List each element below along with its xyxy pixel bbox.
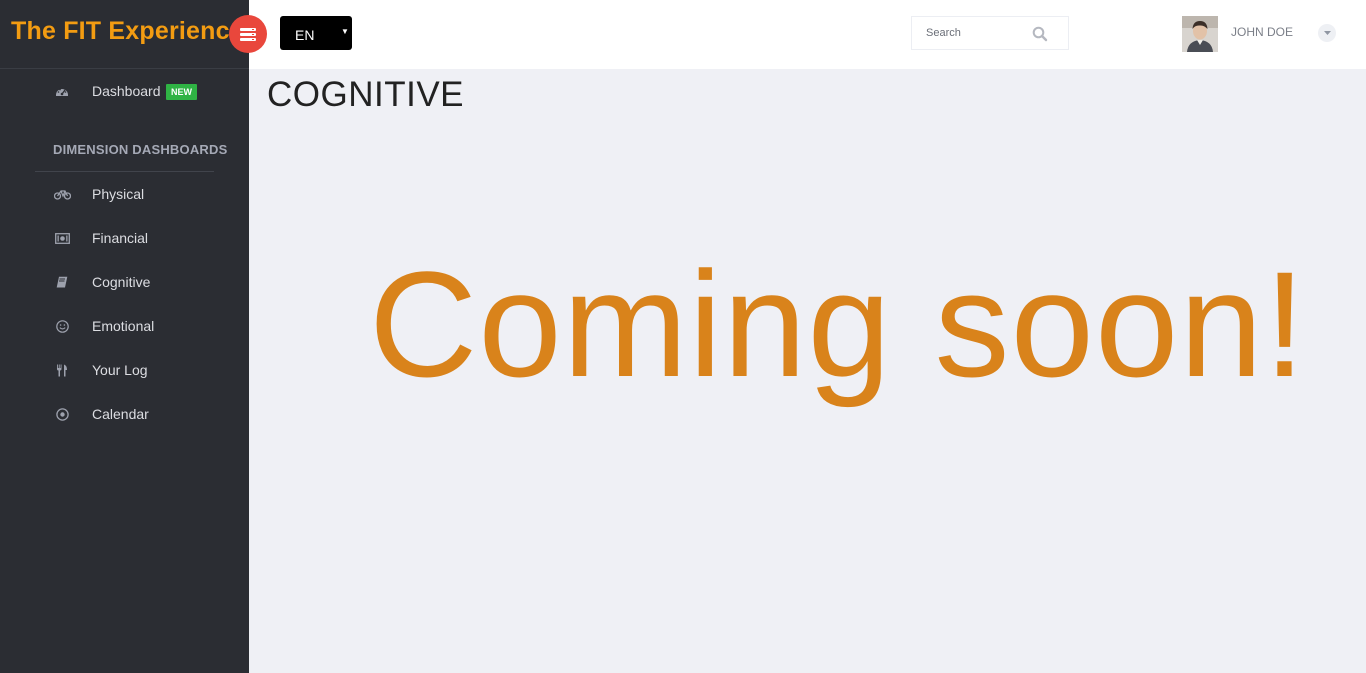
circle-dot-icon xyxy=(53,405,71,423)
avatar[interactable] xyxy=(1182,16,1218,52)
smile-icon xyxy=(53,317,71,335)
user-menu-caret-icon[interactable] xyxy=(1318,24,1336,42)
sidebar-item-label: Financial xyxy=(92,230,149,246)
cutlery-icon xyxy=(53,361,71,379)
book-icon xyxy=(53,273,71,291)
language-select[interactable]: EN ▼ xyxy=(280,16,352,50)
sidebar-item-dashboard[interactable]: Dashboard xyxy=(0,73,249,109)
language-value: EN xyxy=(295,27,315,43)
menu-icon xyxy=(240,27,256,41)
sidebar-item-label: Dashboard xyxy=(92,83,161,99)
sidebar-item-label: Your Log xyxy=(92,362,148,378)
sidebar-item-physical[interactable]: Physical xyxy=(0,176,249,212)
caret-down-icon: ▼ xyxy=(341,27,349,36)
sidebar-item-label: Cognitive xyxy=(92,274,151,290)
coming-soon-message: Coming soon! xyxy=(369,240,1307,408)
sidebar-toggle-button[interactable] xyxy=(229,15,267,53)
sidebar-item-label: Physical xyxy=(92,186,145,202)
dashboard-gauge-icon xyxy=(53,82,71,100)
sidebar-item-your-log[interactable]: Your Log xyxy=(0,352,249,388)
new-badge: NEW xyxy=(166,84,197,100)
search-input[interactable] xyxy=(912,17,1027,49)
section-divider xyxy=(35,171,214,172)
sidebar-item-calendar[interactable]: Calendar xyxy=(0,396,249,432)
section-title: DIMENSION DASHBOARDS xyxy=(53,142,228,157)
sidebar-item-emotional[interactable]: Emotional xyxy=(0,308,249,344)
sidebar-item-financial[interactable]: Financial xyxy=(0,220,249,256)
sidebar-item-label: Emotional xyxy=(92,318,155,334)
brand-title[interactable]: The FIT Experience xyxy=(11,17,244,46)
user-name[interactable]: JOHN DOE xyxy=(1231,25,1293,39)
page-title: COGNITIVE xyxy=(267,75,465,114)
top-header: EN ▼ JOHN DOE xyxy=(249,0,1366,69)
sidebar-item-cognitive[interactable]: Cognitive xyxy=(0,264,249,300)
search-box xyxy=(911,16,1069,50)
brand-bar: The FIT Experience xyxy=(0,0,249,69)
sidebar-item-label: Calendar xyxy=(92,406,149,422)
search-icon[interactable] xyxy=(1032,26,1048,42)
money-icon xyxy=(53,229,71,247)
bicycle-icon xyxy=(53,185,71,203)
sidebar: The FIT Experience Dashboard NEW DIMENSI… xyxy=(0,0,249,673)
